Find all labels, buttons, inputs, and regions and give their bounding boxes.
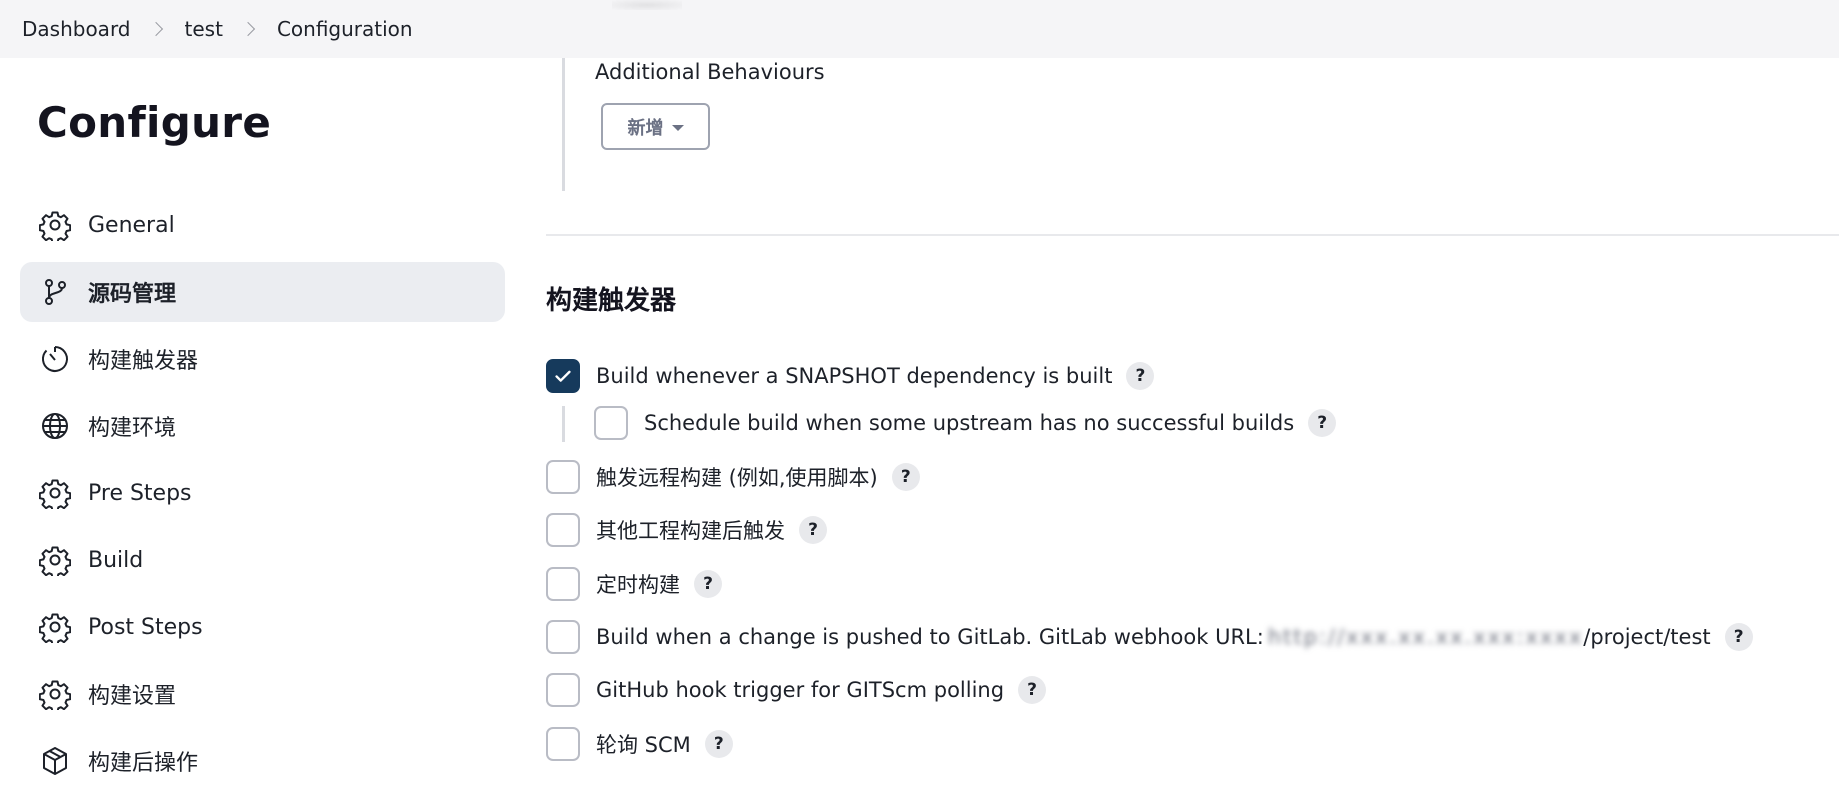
snapshot-checkbox[interactable] (546, 359, 580, 393)
option-label: Build whenever a SNAPSHOT dependency is … (596, 364, 1113, 388)
chevron-right-icon (240, 21, 256, 37)
gear-icon (38, 543, 72, 577)
option-label: Schedule build when some upstream has no… (644, 411, 1295, 435)
page-title: Configure (37, 98, 272, 147)
help-icon[interactable]: ? (1018, 676, 1047, 704)
sidebar-item-label: 构建触发器 (88, 349, 199, 374)
sidebar-item-label: General (88, 212, 175, 238)
globe-icon (38, 409, 72, 443)
option-label: 轮询 SCM (596, 733, 691, 757)
scroll-shadow (612, 0, 682, 10)
periodic-build-checkbox[interactable] (546, 567, 580, 601)
sidebar-item-label: 构建后操作 (88, 751, 199, 776)
check-icon (555, 370, 571, 382)
sidebar-item-label: Post Steps (88, 614, 203, 640)
section-divider (546, 234, 1839, 236)
gitlab-push-checkbox[interactable] (546, 620, 580, 654)
help-icon[interactable]: ? (891, 463, 920, 491)
sidebar-item-pre-steps[interactable]: Pre Steps (20, 463, 505, 523)
after-other-projects-checkbox[interactable] (546, 513, 580, 547)
sidebar-item-general[interactable]: General (20, 195, 505, 255)
sidebar-item-label: 源码管理 (88, 282, 177, 307)
trigger-option-periodic: 定时构建 ? (546, 567, 722, 601)
section-indent-line (562, 58, 565, 191)
section-title-build-triggers: 构建触发器 (546, 286, 677, 316)
breadcrumb-configuration[interactable]: Configuration (277, 17, 413, 41)
trigger-option-poll-scm: 轮询 SCM ? (546, 727, 733, 761)
option-label: Build when a change is pushed to GitLab.… (596, 625, 1264, 649)
sidebar-item-label: 构建环境 (88, 416, 177, 441)
trigger-option-schedule-upstream: Schedule build when some upstream has no… (594, 406, 1337, 440)
trigger-option-after-other-projects: 其他工程构建后触发 ? (546, 513, 827, 547)
option-label: 触发远程构建 (例如,使用脚本) (596, 466, 878, 490)
sidebar-item-build-settings[interactable]: 构建设置 (20, 664, 505, 724)
help-icon[interactable]: ? (1724, 623, 1753, 651)
option-label: 定时构建 (596, 573, 680, 597)
trigger-option-snapshot: Build whenever a SNAPSHOT dependency is … (546, 359, 1155, 393)
help-icon[interactable]: ? (1126, 362, 1155, 390)
sidebar-item-build[interactable]: Build (20, 530, 505, 590)
timer-icon (38, 342, 72, 376)
github-hook-checkbox[interactable] (546, 673, 580, 707)
trigger-option-gitlab: Build when a change is pushed to GitLab.… (546, 620, 1753, 654)
trigger-option-github-hook: GitHub hook trigger for GITScm polling ? (546, 673, 1047, 707)
webhook-url-suffix: /project/test (1583, 625, 1711, 649)
sub-option-indent-line (562, 406, 565, 442)
breadcrumb-dashboard[interactable]: Dashboard (22, 17, 131, 41)
sidebar-item-post-steps[interactable]: Post Steps (20, 597, 505, 657)
remote-trigger-checkbox[interactable] (546, 460, 580, 494)
option-label: 其他工程构建后触发 (596, 519, 785, 543)
trigger-option-remote: 触发远程构建 (例如,使用脚本) ? (546, 460, 920, 494)
poll-scm-checkbox[interactable] (546, 727, 580, 761)
sidebar-item-label: Pre Steps (88, 480, 192, 506)
additional-behaviours-label: Additional Behaviours (595, 60, 825, 84)
breadcrumb-test[interactable]: test (185, 17, 223, 41)
package-icon (38, 744, 72, 778)
gear-icon (38, 610, 72, 644)
sidebar-item-build-triggers[interactable]: 构建触发器 (20, 329, 505, 389)
sidebar-item-label: 构建设置 (88, 684, 177, 709)
git-branch-icon (38, 275, 72, 309)
help-icon[interactable]: ? (799, 516, 827, 544)
gear-icon (38, 476, 72, 510)
sidebar-item-post-build-actions[interactable]: 构建后操作 (20, 731, 505, 791)
sidebar-item-scm[interactable]: 源码管理 (20, 262, 505, 322)
redacted-webhook-host: http://xxx.xx.xx.xxx:xxxx (1267, 625, 1584, 649)
sidebar-item-label: Build (88, 547, 144, 573)
gear-icon (38, 677, 72, 711)
help-icon[interactable]: ? (1308, 409, 1337, 437)
help-icon[interactable]: ? (694, 570, 722, 598)
caret-down-icon (671, 124, 684, 131)
chevron-right-icon (148, 21, 163, 37)
help-icon[interactable]: ? (704, 730, 733, 758)
option-label: GitHub hook trigger for GITScm polling (596, 678, 1005, 702)
schedule-upstream-checkbox[interactable] (594, 406, 628, 440)
add-button-label: 新增 (627, 117, 664, 139)
breadcrumb: Dashboard test Configuration (0, 0, 1839, 58)
add-behaviour-button[interactable]: 新增 (601, 103, 710, 150)
gear-icon (38, 208, 72, 242)
sidebar-item-build-environment[interactable]: 构建环境 (20, 396, 505, 456)
